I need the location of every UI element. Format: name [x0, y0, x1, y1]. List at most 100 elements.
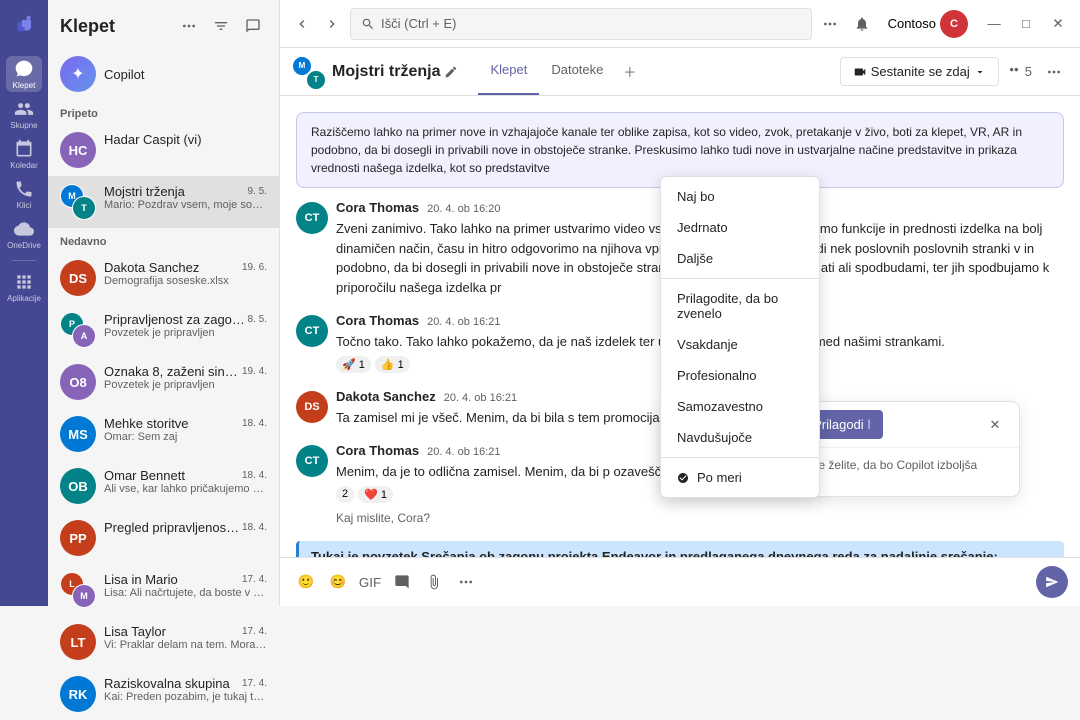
chat-preview: Vi: Praklar delam na tem. Moral bi...: [104, 639, 267, 651]
list-item[interactable]: MS Mehke storitve 18. 4. Omar: Sem zaj: [48, 408, 279, 460]
notifications-button[interactable]: [848, 10, 876, 38]
filter-button[interactable]: [207, 12, 235, 40]
avatar: M T: [60, 184, 96, 220]
chat-list-more-button[interactable]: [175, 12, 203, 40]
message-time: 20. 4. ob 16:21: [427, 316, 500, 328]
search-box[interactable]: Išči (Ctrl + E): [350, 8, 812, 40]
avatar: C: [940, 10, 968, 38]
list-item[interactable]: LT Lisa Taylor 17. 4. Vi: Praklar delam …: [48, 616, 279, 668]
list-item[interactable]: P A Pripravljenost za zagon projekta Ava…: [48, 304, 279, 356]
emoji-picker-button[interactable]: 😊: [324, 568, 352, 596]
teams-nav-label: Skupne: [10, 121, 37, 130]
more-actions-button[interactable]: [452, 568, 480, 596]
teams-logo[interactable]: [6, 8, 42, 44]
list-item[interactable]: DS Dakota Sanchez 19. 6. Demografija sos…: [48, 252, 279, 304]
copilot-name: Copilot: [104, 67, 144, 82]
copilot-question: Kaj mislite, Cora?: [336, 511, 1064, 525]
close-button[interactable]: ✕: [1044, 10, 1072, 38]
dropdown-item-navdusujoco[interactable]: Navdušujoče: [661, 422, 819, 453]
message-sender: Cora Thomas: [336, 200, 419, 215]
tab-datoteke[interactable]: Datoteke: [539, 48, 615, 95]
reaction-2[interactable]: 2: [336, 486, 354, 503]
chat-date: 17. 4.: [242, 678, 267, 689]
account-button[interactable]: Contoso C: [880, 6, 976, 42]
avatar: CT: [296, 202, 328, 234]
dropdown-item-jedrnato[interactable]: Jedrnato: [661, 212, 819, 243]
chat-date: 8. 5.: [248, 314, 267, 325]
sidebar-item-calendar[interactable]: Koledar: [6, 136, 42, 172]
chat-preview: Demografija soseske.xlsx: [104, 275, 267, 287]
sticker-button[interactable]: [388, 568, 416, 596]
meet-now-button[interactable]: Sestanite se zdaj: [840, 57, 999, 86]
sidebar-item-calls[interactable]: Klici: [6, 176, 42, 212]
dropdown-item-daljse[interactable]: Daljše: [661, 243, 819, 274]
list-item[interactable]: L M Lisa in Mario 17. 4. Lisa: Ali načrt…: [48, 564, 279, 616]
chat-info: Dakota Sanchez 19. 6. Demografija sosesk…: [104, 260, 267, 287]
reaction-heart[interactable]: ❤️ 1: [358, 486, 393, 503]
close-copilot-button[interactable]: ✕: [983, 413, 1007, 437]
chat-preview: Mario: Pozdrav vsem, moje sodelavke in s…: [104, 199, 267, 211]
dropdown-item-samozavestno[interactable]: Samozavestno: [661, 391, 819, 422]
message-sender: Cora Thomas: [336, 313, 419, 328]
gif-button[interactable]: GIF: [356, 568, 384, 596]
send-button[interactable]: [1036, 566, 1068, 598]
chat-info: Raziskovalna skupina 17. 4. Kai: Preden …: [104, 676, 267, 703]
apps-label: Aplikacije: [7, 294, 41, 303]
selected-content: Tukaj je povzetek Srečanja ob zagonu pro…: [296, 541, 1064, 558]
chat-name: Mojstri trženja: [104, 184, 185, 199]
dropdown-item-po-meri[interactable]: Po meri: [661, 462, 819, 493]
chat-label: Klepet: [13, 81, 36, 90]
sidebar-item-teams[interactable]: Skupne: [6, 96, 42, 132]
list-item[interactable]: O8 Oznaka 8, zaženi sinhronizacijo 19. 4…: [48, 356, 279, 408]
avatar: RK: [60, 676, 96, 712]
participants-button[interactable]: 5: [1007, 64, 1032, 79]
chat-date: 18. 4.: [242, 470, 267, 481]
chat-name: Raziskovalna skupina: [104, 676, 230, 691]
list-item[interactable]: RK Raziskovalna skupina 17. 4. Kai: Pred…: [48, 668, 279, 720]
chat-list-title: Klepet: [60, 16, 167, 37]
chat-date: 17. 4.: [242, 574, 267, 585]
emoji-button[interactable]: 🙂: [292, 568, 320, 596]
new-chat-button[interactable]: [239, 12, 267, 40]
avatar: P A: [60, 312, 96, 348]
forward-button[interactable]: [318, 10, 346, 38]
list-item[interactable]: PP Pregled pripravljenosti zagona proj..…: [48, 512, 279, 564]
chat-name: Oznaka 8, zaženi sinhronizacijo: [104, 364, 242, 379]
list-item[interactable]: M T Mojstri trženja 9. 5. Mario: Pozdrav…: [48, 176, 279, 228]
chat-more-button[interactable]: [1040, 58, 1068, 86]
dropdown-item-prilagodite[interactable]: Prilagodite, da bo zvenelo: [661, 283, 819, 329]
sidebar-item-chat[interactable]: Klepet: [6, 56, 42, 92]
calls-label: Klici: [17, 201, 32, 210]
pinned-section-label: Pripeto: [48, 100, 279, 124]
selected-heading: Tukaj je povzetek Srečanja ob zagonu pro…: [311, 549, 1052, 558]
list-item[interactable]: HC Hadar Caspit (vi): [48, 124, 279, 176]
sidebar-item-apps[interactable]: Aplikacije: [6, 269, 42, 305]
dropdown-item-vsakdanje[interactable]: Vsakdanje: [661, 329, 819, 360]
chat-date: 19. 6.: [242, 262, 267, 273]
avatar: OB: [60, 468, 96, 504]
messages-area[interactable]: Raziščemo lahko na primer nove in vzhaja…: [280, 96, 1080, 557]
sidebar-item-onedrive[interactable]: OneDrive: [6, 216, 42, 252]
chat-preview: Kai: Preden pozabim, je tukaj trenutni p…: [104, 691, 267, 703]
maximize-button[interactable]: □: [1012, 10, 1040, 38]
reaction-thumbsup[interactable]: 👍 1: [375, 356, 410, 373]
attach-button[interactable]: [420, 568, 448, 596]
more-options-button[interactable]: [816, 10, 844, 38]
chat-info: Pregled pripravljenosti zagona proj... 1…: [104, 520, 267, 535]
tab-klepet[interactable]: Klepet: [478, 48, 539, 95]
message-sender: Cora Thomas: [336, 443, 419, 458]
chat-date: 17. 4.: [242, 626, 267, 637]
onedrive-label: OneDrive: [7, 241, 41, 250]
message-time: 20. 4. ob 16:21: [427, 446, 500, 458]
dropdown-item-profesionalno[interactable]: Profesionalno: [661, 360, 819, 391]
minimize-button[interactable]: —: [980, 10, 1008, 38]
back-button[interactable]: [288, 10, 316, 38]
list-item[interactable]: OB Omar Bennett 18. 4. Ali vse, kar lahk…: [48, 460, 279, 512]
icon-rail: Klepet Skupne Koledar Klici OneDrive Apl…: [0, 0, 48, 606]
copilot-item[interactable]: ✦ Copilot: [48, 48, 279, 100]
chat-info: Lisa in Mario 17. 4. Lisa: Ali načrtujet…: [104, 572, 267, 599]
dropdown-item-naj-bo[interactable]: Naj bo: [661, 181, 819, 212]
channel-avatar: M T: [292, 56, 324, 88]
tab-add-button[interactable]: ＋: [615, 48, 644, 95]
reaction-rocket[interactable]: 🚀 1: [336, 356, 371, 373]
